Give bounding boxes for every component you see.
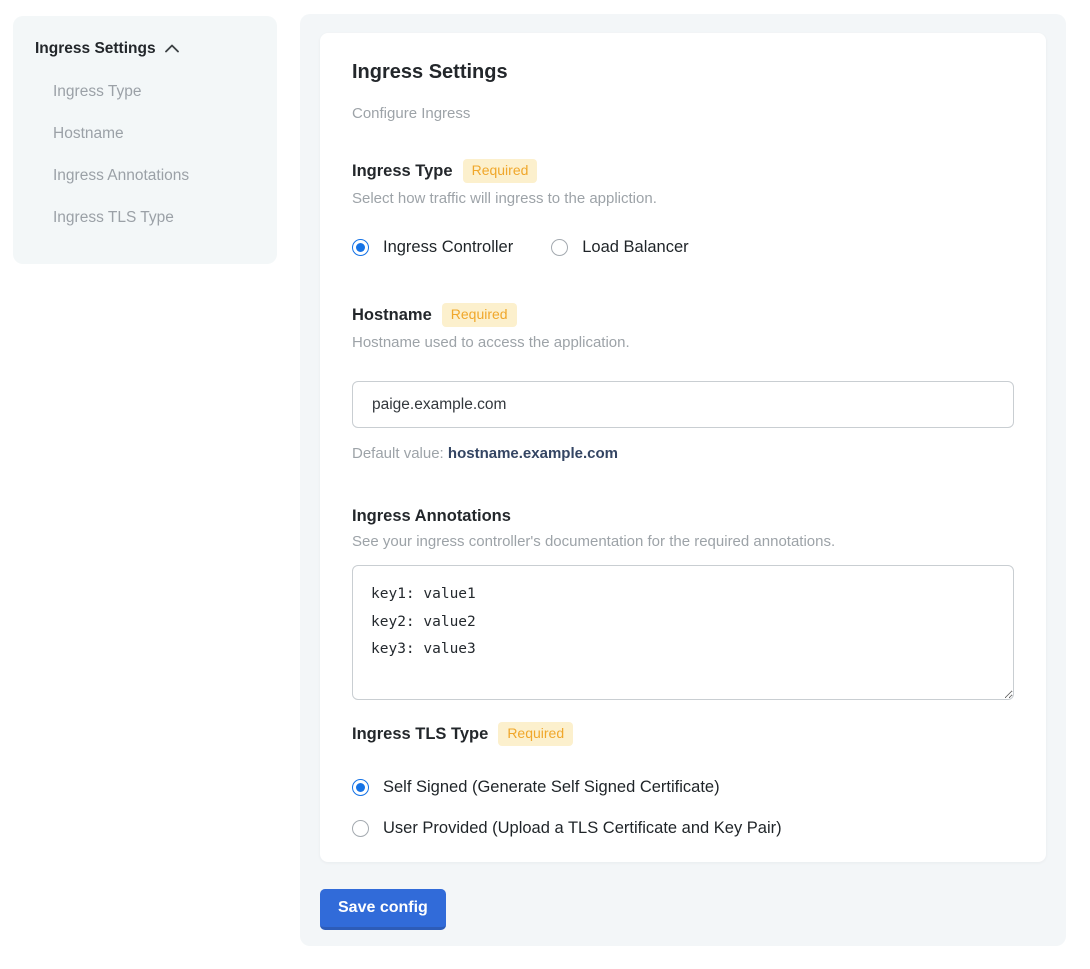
hostname-input[interactable] <box>352 381 1014 428</box>
radio-option-label: Load Balancer <box>582 238 688 257</box>
tls-type-label: Ingress TLS Type <box>352 725 488 744</box>
radio-option-self-signed[interactable]: Self Signed (Generate Self Signed Certif… <box>352 778 1014 797</box>
annotations-section-header: Ingress Annotations <box>352 507 1014 526</box>
required-badge: Required <box>442 303 517 327</box>
radio-unselected-icon[interactable] <box>352 820 369 837</box>
tls-type-radio-group: Self Signed (Generate Self Signed Certif… <box>352 778 1014 838</box>
required-badge: Required <box>463 159 538 183</box>
radio-selected-icon[interactable] <box>352 779 369 796</box>
annotations-help: See your ingress controller's documentat… <box>352 533 1014 550</box>
ingress-settings-card: Ingress Settings Configure Ingress Ingre… <box>320 33 1046 862</box>
hostname-label: Hostname <box>352 306 432 325</box>
radio-option-ingress-controller[interactable]: Ingress Controller <box>352 238 513 257</box>
annotations-label: Ingress Annotations <box>352 507 511 526</box>
chevron-up-icon[interactable] <box>165 40 179 58</box>
radio-selected-icon[interactable] <box>352 239 369 256</box>
ingress-type-section-header: Ingress Type Required <box>352 159 1014 183</box>
ingress-type-radio-group: Ingress Controller Load Balancer <box>352 238 1014 257</box>
page-subtitle: Configure Ingress <box>352 105 1014 122</box>
radio-option-load-balancer[interactable]: Load Balancer <box>551 238 688 257</box>
hostname-section-header: Hostname Required <box>352 303 1014 327</box>
hostname-default-line: Default value: hostname.example.com <box>352 445 1014 462</box>
sidebar-group-ingress-settings[interactable]: Ingress Settings <box>35 40 255 58</box>
settings-panel: Ingress Settings Configure Ingress Ingre… <box>300 14 1066 946</box>
page-title: Ingress Settings <box>352 61 1014 84</box>
annotations-textarea[interactable]: key1: value1 key2: value2 key3: value3 <box>352 565 1014 700</box>
sidebar-item-ingress-annotations[interactable]: Ingress Annotations <box>35 167 255 185</box>
ingress-type-label: Ingress Type <box>352 162 453 181</box>
save-config-button[interactable]: Save config <box>320 889 446 930</box>
required-badge: Required <box>498 722 573 746</box>
default-value-text: hostname.example.com <box>448 445 618 462</box>
hostname-help: Hostname used to access the application. <box>352 334 1014 351</box>
sidebar-item-hostname[interactable]: Hostname <box>35 125 255 143</box>
radio-option-label: Self Signed (Generate Self Signed Certif… <box>383 778 720 797</box>
sidebar-item-ingress-tls-type[interactable]: Ingress TLS Type <box>35 209 255 227</box>
sidebar-item-ingress-type[interactable]: Ingress Type <box>35 83 255 101</box>
sidebar-group-label: Ingress Settings <box>35 40 156 58</box>
radio-option-label: Ingress Controller <box>383 238 513 257</box>
radio-option-label: User Provided (Upload a TLS Certificate … <box>383 819 782 838</box>
default-value-label: Default value: <box>352 445 444 462</box>
settings-sidebar: Ingress Settings Ingress Type Hostname I… <box>13 16 277 264</box>
ingress-type-help: Select how traffic will ingress to the a… <box>352 190 1014 207</box>
radio-unselected-icon[interactable] <box>551 239 568 256</box>
sidebar-item-list: Ingress Type Hostname Ingress Annotation… <box>35 83 255 227</box>
radio-option-user-provided[interactable]: User Provided (Upload a TLS Certificate … <box>352 819 1014 838</box>
tls-type-section-header: Ingress TLS Type Required <box>352 722 1014 746</box>
